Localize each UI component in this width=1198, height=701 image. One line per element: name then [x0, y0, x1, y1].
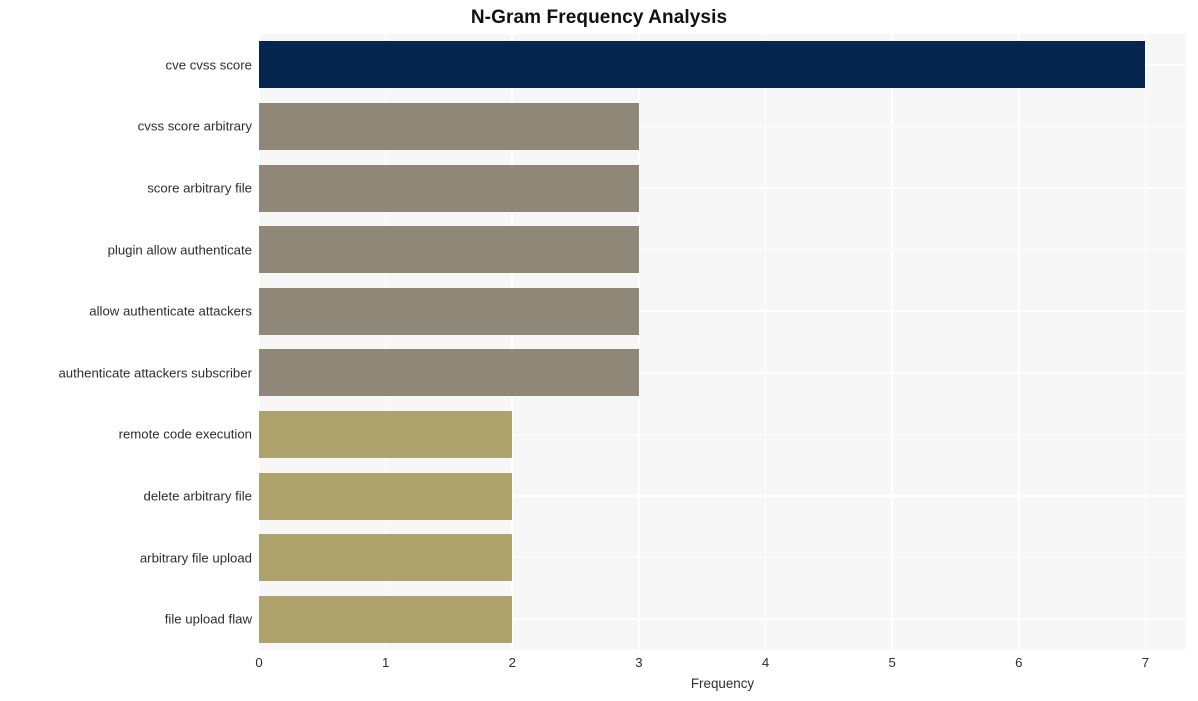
bar — [259, 349, 639, 397]
y-tick-label: delete arbitrary file — [143, 488, 252, 504]
chart-figure: N-Gram Frequency Analysis cve cvss score… — [0, 0, 1198, 701]
x-tick-label: 1 — [381, 655, 390, 670]
bar — [259, 287, 639, 335]
x-tick-label: 0 — [255, 655, 263, 670]
chart-title: N-Gram Frequency Analysis — [470, 7, 728, 28]
x-tick-label: 6 — [1015, 655, 1023, 670]
y-tick-label: score arbitrary file — [147, 180, 252, 196]
y-tick-label: allow authenticate attackers — [89, 303, 252, 319]
y-tick-label: authenticate attackers subscriber — [58, 365, 252, 381]
bar — [259, 472, 513, 520]
y-tick-label: cve cvss score — [165, 57, 252, 73]
x-tick-label: 2 — [508, 655, 516, 670]
y-tick-label: remote code execution — [118, 426, 252, 442]
plot-area — [259, 34, 1186, 650]
y-tick-label: arbitrary file upload — [139, 550, 252, 566]
x-tick-label: 3 — [635, 655, 643, 670]
bar — [259, 595, 513, 643]
bar — [259, 226, 639, 274]
bar — [259, 41, 1146, 89]
y-axis-tick-labels: cve cvss score cvss score arbitrary score … — [0, 34, 252, 650]
bar — [259, 164, 639, 212]
bar — [259, 534, 513, 582]
bar — [259, 410, 513, 458]
y-tick-label: plugin allow authenticate — [107, 242, 252, 258]
x-tick-label: 7 — [1141, 655, 1150, 670]
x-axis-tick-labels: 0 1 2 3 4 5 6 7 — [255, 650, 1186, 676]
x-axis-label: Frequency — [690, 676, 755, 691]
x-tick-label: 4 — [761, 655, 770, 670]
bar — [259, 102, 639, 150]
x-tick-label: 5 — [888, 655, 896, 670]
y-tick-label: cvss score arbitrary — [137, 118, 252, 134]
y-tick-label: file upload flaw — [164, 611, 252, 627]
